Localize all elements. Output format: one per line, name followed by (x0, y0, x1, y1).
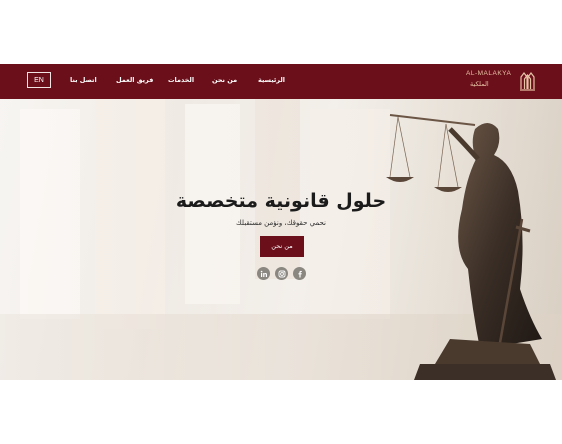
linkedin-icon[interactable] (257, 267, 270, 280)
nav-services[interactable]: الخدمات (168, 76, 194, 84)
facebook-icon[interactable] (293, 267, 306, 280)
nav-about[interactable]: من نحن (212, 76, 237, 84)
logo-text-en: AL-MALAKYA (466, 70, 512, 77)
hero-title: حلول قانونية متخصصة (175, 190, 387, 212)
nav-contact[interactable]: اتصل بنا (70, 76, 97, 84)
nav-home[interactable]: الرئيسية (258, 76, 285, 84)
language-toggle-button[interactable]: EN (27, 72, 51, 88)
hero-subtitle: نحمي حقوقك، ونؤمن مستقبلك (235, 219, 326, 227)
logo-text-ar: الملكية (470, 80, 489, 88)
lady-justice-statue-image (386, 114, 556, 380)
about-us-button[interactable]: من نحن (260, 236, 304, 257)
instagram-icon[interactable] (275, 267, 288, 280)
nav-team[interactable]: فريق العمل (116, 76, 153, 84)
logo-icon[interactable] (519, 69, 536, 91)
